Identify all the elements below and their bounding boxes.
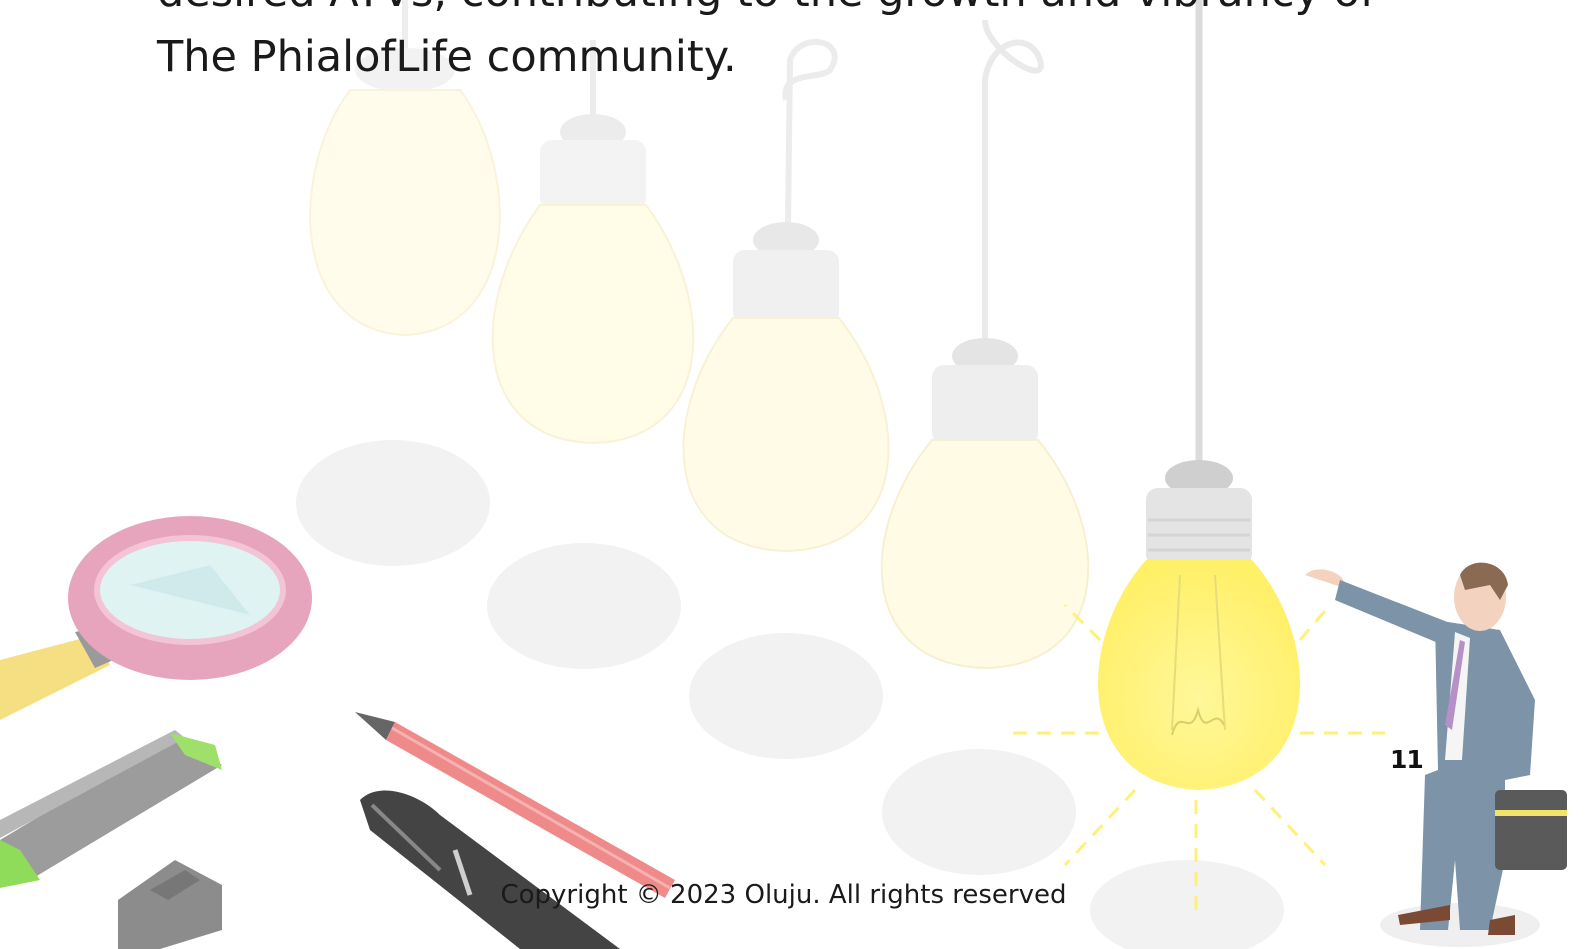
marker-icon bbox=[0, 730, 222, 888]
main-bulb-icon bbox=[1013, 0, 1385, 915]
body-line-2: The PhialofLife community. bbox=[157, 32, 737, 82]
copyright-footer: Copyright © 2023 Oluju. All rights reser… bbox=[500, 880, 1067, 910]
background-illustration bbox=[0, 0, 1567, 949]
bulb-2-icon bbox=[491, 40, 695, 445]
bulb-4-icon bbox=[880, 19, 1090, 670]
magnifier-icon bbox=[0, 516, 312, 720]
document-page: desired ATVs, contributing to the growth… bbox=[0, 0, 1587, 949]
faded-bulbs bbox=[309, 0, 1090, 670]
bulb-3-icon bbox=[682, 39, 890, 553]
body-line-1: desired ATVs, contributing to the growth… bbox=[157, 0, 1375, 17]
page-number: 11 bbox=[1390, 745, 1424, 774]
body-paragraph: desired ATVs, contributing to the growth… bbox=[157, 0, 1417, 90]
pen-icon bbox=[360, 790, 620, 949]
